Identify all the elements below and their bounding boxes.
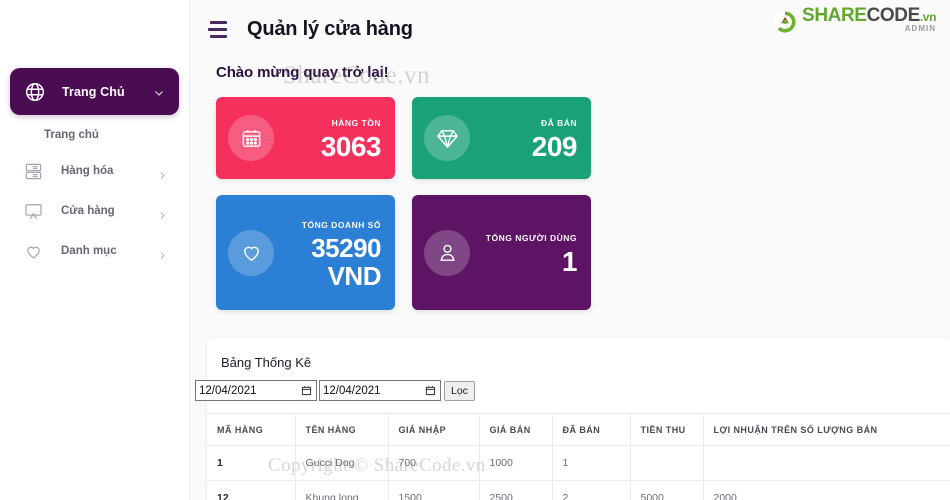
cell-tien-thu: 5000: [630, 480, 704, 500]
brand-part-3: .vn: [919, 10, 937, 24]
page-title: Quản lý cửa hàng: [247, 17, 413, 40]
stat-card-label: HÀNG TỒN: [331, 118, 381, 129]
cell-ten-hang: Khung long: [295, 480, 389, 500]
sidebar-subitem-label: Trang chủ: [44, 129, 99, 141]
welcome-message: Chào mừng quay trở lại!: [216, 64, 389, 81]
cell-loi-nhuan: 2000: [703, 480, 950, 500]
stat-cards: HÀNG TỒN 3063 ĐÃ BÁN 209 TỔNG DOANH SỐ 3…: [190, 81, 950, 310]
cell-da-ban: 2: [552, 480, 631, 500]
cell-loi-nhuan: [703, 445, 950, 481]
stat-card-label: TỔNG DOANH SỐ: [301, 219, 381, 230]
heart-icon: [228, 229, 274, 276]
hamburger-icon[interactable]: [208, 20, 227, 38]
date-to-value: 12/04/2021: [323, 384, 381, 397]
sidebar-item-label: Hàng hóa: [61, 165, 114, 177]
cell-gia-ban: 1000: [479, 445, 553, 481]
stat-card-value: 209: [531, 131, 578, 163]
table-row[interactable]: 12 Khung long 1500 2500 2 5000 2000: [207, 480, 950, 500]
cell-tien-thu: [630, 445, 704, 481]
stat-card-tong-nguoi-dung[interactable]: TỔNG NGƯỜI DÙNG 1: [412, 195, 591, 310]
brand-part-2: CODE: [866, 5, 921, 26]
chevron-right-icon: [158, 247, 167, 259]
app-root: Trang Chủ Trang chủ Hàng hóa Cửa hàng Da…: [0, 0, 950, 500]
cell-gia-ban: 2500: [479, 480, 553, 500]
diamond-icon: [424, 115, 470, 161]
column-header-loi-nhuan: LỢI NHUẬN TRÊN SỐ LƯỢNG BÁN: [703, 413, 950, 446]
stat-card-value: 3063: [320, 131, 382, 163]
stat-card-value: 1: [561, 245, 578, 277]
column-header-ten-hang: TÊN HÀNG: [295, 413, 389, 446]
sidebar-item-label: Cửa hàng: [61, 205, 115, 217]
brand-logo: SHARECODE.vn ADMIN: [772, 6, 936, 35]
sidebar-subitem-trang-chu[interactable]: Trang chủ: [0, 115, 189, 151]
sidebar: Trang Chủ Trang chủ Hàng hóa Cửa hàng Da…: [0, 0, 190, 500]
cell-gia-nhap: 1500: [388, 480, 480, 500]
user-icon: [424, 229, 470, 276]
monitor-icon: [24, 202, 43, 221]
stat-card-hang-ton[interactable]: HÀNG TỒN 3063: [216, 97, 395, 179]
sidebar-item-hang-hoa[interactable]: Hàng hóa: [0, 151, 189, 191]
cell-da-ban: 1: [552, 445, 631, 481]
calendar-icon[interactable]: [301, 385, 312, 396]
date-to-input[interactable]: 12/04/2021: [319, 380, 441, 401]
list-server-icon: [24, 162, 43, 181]
main-content: Quản lý cửa hàng SHARECODE.vn ADMIN Chào…: [190, 0, 950, 500]
stat-card-tong-doanh-so[interactable]: TỔNG DOANH SỐ 35290 VND: [216, 195, 395, 310]
cell-ma-hang: 1: [207, 445, 296, 481]
date-from-value: 12/04/2021: [199, 384, 257, 397]
column-header-ma-hang: MÃ HÀNG: [207, 413, 296, 446]
statistics-table: MÃ HÀNG TÊN HÀNG GIÁ NHẬP GIÁ BÁN ĐÃ BÁN…: [207, 413, 950, 500]
sharecode-logo-icon: [772, 9, 798, 35]
filter-button[interactable]: Lọc: [444, 380, 475, 401]
table-row[interactable]: 1 Gucci Dog 700 1000 1: [207, 445, 950, 481]
brand-part-1: SHARE: [802, 5, 867, 26]
sidebar-item-danh-muc[interactable]: Danh mục: [0, 231, 189, 271]
sidebar-item-label: Danh mục: [61, 245, 117, 257]
chevron-down-icon[interactable]: [153, 86, 165, 98]
panel-title: Bảng Thống Kê: [221, 355, 312, 370]
column-header-gia-nhap: GIÁ NHẬP: [388, 413, 480, 446]
brand-admin-label: ADMIN: [904, 23, 936, 33]
column-header-gia-ban: GIÁ BÁN: [479, 413, 553, 446]
calendar-icon: [228, 115, 274, 161]
stat-card-label: ĐÃ BÁN: [540, 118, 577, 129]
column-header-da-ban: ĐÃ BÁN: [552, 413, 631, 446]
stat-card-label: TỔNG NGƯỜI DÙNG: [485, 232, 577, 243]
globe-icon: [24, 81, 46, 103]
sidebar-item-trang-chu[interactable]: Trang Chủ: [10, 68, 179, 115]
statistics-panel: Bảng Thống Kê 12/04/2021 12/04/2021 Lọc …: [195, 338, 950, 500]
column-header-tien-thu: TIỀN THU: [630, 413, 704, 446]
topbar: Quản lý cửa hàng SHARECODE.vn ADMIN: [190, 0, 950, 58]
table-header-row: MÃ HÀNG TÊN HÀNG GIÁ NHẬP GIÁ BÁN ĐÃ BÁN…: [207, 413, 950, 446]
chevron-right-icon: [158, 167, 167, 179]
chevron-right-icon: [158, 207, 167, 219]
cell-ten-hang: Gucci Dog: [295, 445, 389, 481]
sidebar-item-cua-hang[interactable]: Cửa hàng: [0, 191, 189, 231]
sidebar-active-label: Trang Chủ: [62, 84, 125, 99]
stat-card-da-ban[interactable]: ĐÃ BÁN 209: [412, 97, 591, 179]
date-from-input[interactable]: 12/04/2021: [195, 380, 317, 401]
calendar-icon[interactable]: [425, 385, 436, 396]
filter-bar: 12/04/2021 12/04/2021 Lọc: [195, 380, 950, 413]
heart-icon: [24, 242, 43, 261]
stat-card-value: 35290 VND: [311, 232, 381, 291]
cell-gia-nhap: 700: [388, 445, 480, 481]
cell-ma-hang: 12: [207, 480, 296, 500]
